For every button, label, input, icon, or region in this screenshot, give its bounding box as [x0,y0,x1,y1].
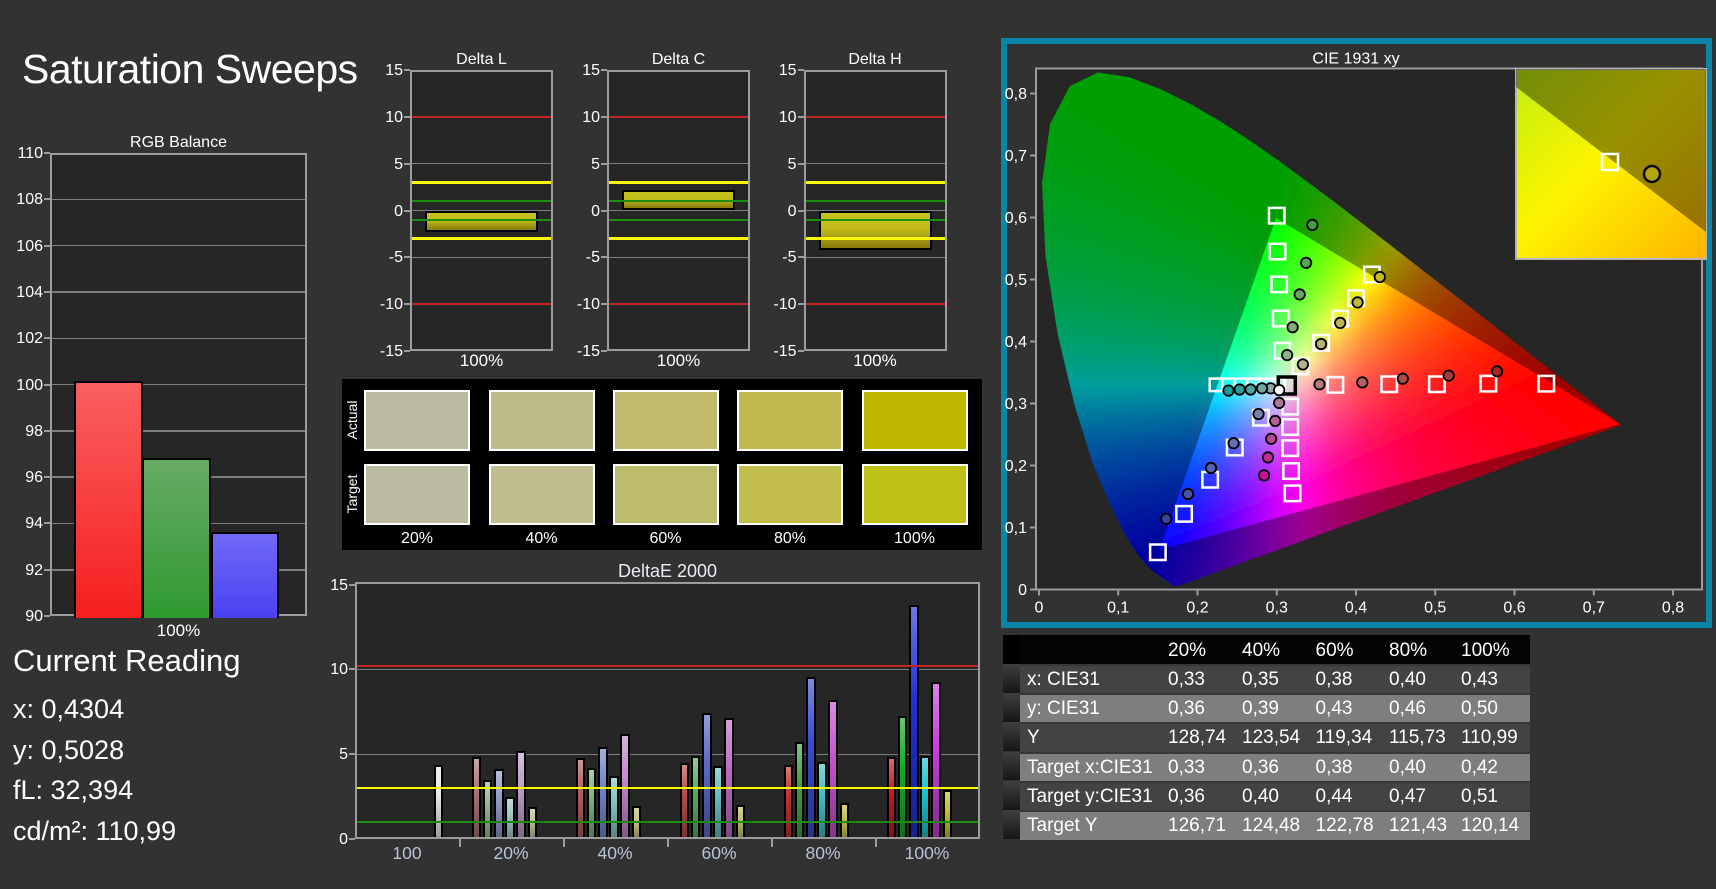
svg-text:0,3: 0,3 [1005,396,1027,413]
svg-text:0: 0 [1018,582,1027,599]
svg-text:0,3: 0,3 [1266,600,1288,617]
svg-text:0,4: 0,4 [1005,334,1027,351]
svg-text:0,7: 0,7 [1583,600,1605,617]
svg-text:0,8: 0,8 [1662,600,1684,617]
svg-text:0,5: 0,5 [1424,600,1446,617]
svg-text:0,8: 0,8 [1005,86,1027,103]
svg-text:0,2: 0,2 [1005,458,1027,475]
svg-text:0,6: 0,6 [1005,210,1027,227]
svg-text:0: 0 [1035,600,1044,617]
svg-text:0,6: 0,6 [1503,600,1525,617]
svg-text:0,2: 0,2 [1186,600,1208,617]
svg-text:0,5: 0,5 [1005,272,1027,289]
svg-text:0,7: 0,7 [1005,148,1027,165]
svg-text:CIE 1931 xy: CIE 1931 xy [1312,51,1399,68]
svg-text:0,4: 0,4 [1345,600,1367,617]
svg-text:0,1: 0,1 [1005,520,1027,537]
svg-text:0,1: 0,1 [1107,600,1129,617]
